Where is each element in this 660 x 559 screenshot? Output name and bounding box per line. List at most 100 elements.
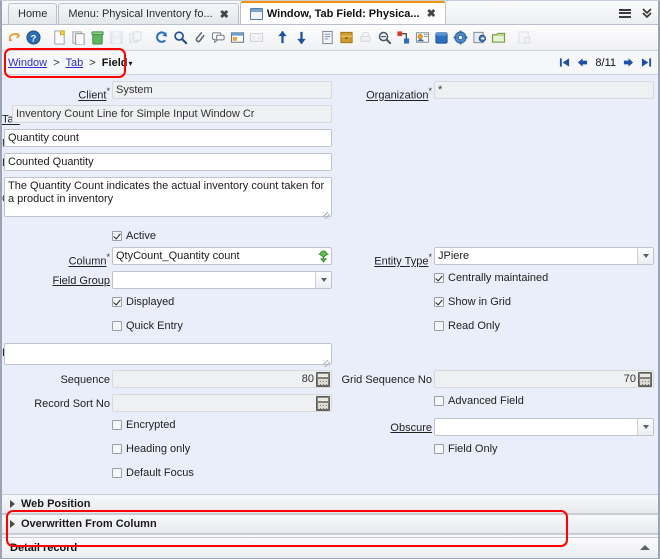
report-icon[interactable] bbox=[318, 28, 337, 48]
name-input[interactable] bbox=[4, 129, 332, 147]
tab-close-icon[interactable]: ✖ bbox=[220, 8, 229, 21]
form-row-description: Description bbox=[2, 153, 658, 177]
obscure-dropdown-arrow[interactable] bbox=[637, 419, 653, 435]
field-label-grid-sequence-no: Grid Sequence No bbox=[341, 374, 433, 386]
ignore-changes-icon[interactable] bbox=[5, 28, 24, 48]
advanced-field-checkbox[interactable] bbox=[434, 396, 444, 406]
last-record-button[interactable] bbox=[641, 57, 652, 68]
obscure-input[interactable] bbox=[434, 418, 654, 436]
export-icon[interactable] bbox=[470, 28, 489, 48]
field-read-only: Read Only bbox=[332, 319, 654, 332]
centrally-maintained-checkbox[interactable] bbox=[434, 273, 444, 283]
form-row-tab: Tab* bbox=[2, 105, 658, 129]
field-label-spacer bbox=[2, 319, 112, 323]
entity-type-dropdown-arrow[interactable] bbox=[637, 248, 653, 264]
print-preview-icon[interactable] bbox=[375, 28, 394, 48]
panel-overwritten-from-column[interactable]: Overwritten From Column bbox=[2, 514, 658, 534]
tab-overflow-button[interactable] bbox=[636, 2, 658, 24]
description-input[interactable] bbox=[4, 153, 332, 171]
resize-handle-icon[interactable] bbox=[323, 360, 330, 367]
detail-record-icon[interactable] bbox=[292, 28, 311, 48]
help-icon[interactable]: ? bbox=[24, 28, 43, 48]
read-only-checkbox[interactable] bbox=[434, 321, 444, 331]
chevron-down-icon[interactable]: ▾ bbox=[128, 59, 132, 68]
record-info-icon[interactable] bbox=[316, 249, 330, 263]
preference-icon[interactable] bbox=[432, 28, 451, 48]
grid-toggle-icon[interactable] bbox=[228, 28, 247, 48]
default-focus-checkbox[interactable] bbox=[112, 468, 122, 478]
client-input[interactable] bbox=[112, 81, 332, 99]
field-label-spacer bbox=[332, 442, 434, 446]
main-menu-button[interactable] bbox=[614, 2, 636, 24]
breadcrumb-item-field[interactable]: Field bbox=[102, 57, 128, 69]
gear-icon[interactable] bbox=[451, 28, 470, 48]
field-only-checkbox[interactable] bbox=[434, 444, 444, 454]
resize-handle-icon[interactable] bbox=[323, 212, 330, 219]
calculator-icon[interactable] bbox=[316, 396, 330, 411]
product-info-icon[interactable] bbox=[413, 28, 432, 48]
breadcrumb-separator: > bbox=[89, 56, 96, 69]
new-record-icon[interactable] bbox=[50, 28, 69, 48]
show-in-grid-checkbox[interactable] bbox=[434, 297, 444, 307]
field-description: Description bbox=[2, 153, 332, 171]
display-logic-textarea[interactable] bbox=[4, 343, 332, 365]
field-field-group: Field Group bbox=[2, 271, 332, 289]
tab-input[interactable] bbox=[12, 105, 332, 123]
request-icon[interactable] bbox=[394, 28, 413, 48]
breadcrumb-item-window[interactable]: Window bbox=[8, 57, 47, 69]
encrypted-checkbox[interactable] bbox=[112, 420, 122, 430]
active-label: Active bbox=[126, 229, 156, 242]
form-row-comment-help: Comment/Help The Quantity Count indicate… bbox=[2, 177, 658, 223]
tab-window-tab-field[interactable]: Window, Tab Field: Physica... ✖ bbox=[239, 1, 446, 24]
quick-entry-checkbox[interactable] bbox=[112, 321, 122, 331]
organization-input[interactable] bbox=[434, 81, 654, 99]
advanced-field-label: Advanced Field bbox=[448, 395, 524, 407]
delete-record-icon[interactable] bbox=[88, 28, 107, 48]
comment-help-textarea[interactable]: The Quantity Count indicates the actual … bbox=[4, 177, 332, 217]
heading-only-checkbox[interactable] bbox=[112, 444, 122, 454]
entity-type-input[interactable] bbox=[434, 247, 654, 265]
tab-home[interactable]: Home bbox=[8, 3, 58, 24]
tab-menu-physical-inventory[interactable]: Menu: Physical Inventory fo... ✖ bbox=[58, 3, 239, 24]
calculator-icon[interactable] bbox=[316, 372, 330, 387]
csv-import-icon[interactable] bbox=[489, 28, 508, 48]
tab-close-icon[interactable]: ✖ bbox=[427, 7, 436, 20]
field-group-input[interactable] bbox=[112, 271, 332, 289]
save-record-icon[interactable] bbox=[107, 28, 126, 48]
panel-label: Web Position bbox=[21, 498, 91, 510]
first-record-button[interactable] bbox=[559, 57, 570, 68]
grid-sequence-no-input[interactable] bbox=[434, 370, 654, 388]
previous-record-button[interactable] bbox=[577, 57, 588, 68]
attachment-icon[interactable] bbox=[190, 28, 209, 48]
next-record-button[interactable] bbox=[623, 57, 634, 68]
calculator-icon[interactable] bbox=[638, 372, 652, 387]
field-label-spacer bbox=[2, 418, 112, 422]
record-sort-no-input[interactable] bbox=[112, 394, 332, 412]
column-input[interactable] bbox=[112, 247, 332, 265]
sequence-input[interactable] bbox=[112, 370, 332, 388]
form-row-recordsort-advanced: Record Sort No Advanced Field bbox=[2, 394, 658, 418]
print-icon[interactable] bbox=[356, 28, 375, 48]
undo-icon[interactable] bbox=[126, 28, 145, 48]
displayed-checkbox[interactable] bbox=[112, 297, 122, 307]
parent-record-icon[interactable] bbox=[273, 28, 292, 48]
chat-icon[interactable] bbox=[209, 28, 228, 48]
breadcrumb-item-tab[interactable]: Tab bbox=[65, 57, 83, 69]
refresh-icon[interactable] bbox=[152, 28, 171, 48]
collapse-detail-icon[interactable] bbox=[640, 545, 650, 550]
main-toolbar: ? bbox=[2, 25, 658, 51]
field-label-field-group: Field Group bbox=[52, 275, 110, 287]
chevron-right-icon bbox=[10, 520, 15, 528]
panel-web-position[interactable]: Web Position bbox=[2, 494, 658, 514]
find-icon[interactable] bbox=[171, 28, 190, 48]
field-obscure: Obscure bbox=[332, 418, 654, 436]
copy-record-icon[interactable] bbox=[69, 28, 88, 48]
exit-icon[interactable] bbox=[515, 28, 534, 48]
field-group-dropdown-arrow[interactable] bbox=[315, 272, 331, 288]
archive-icon[interactable] bbox=[337, 28, 356, 48]
status-text: Detail record bbox=[10, 541, 78, 554]
active-checkbox[interactable] bbox=[112, 230, 122, 241]
window-tab-bar: Home Menu: Physical Inventory fo... ✖ Wi… bbox=[2, 1, 658, 25]
record-position-label: 8/11 bbox=[595, 56, 616, 69]
multi-select-icon[interactable] bbox=[247, 28, 266, 48]
